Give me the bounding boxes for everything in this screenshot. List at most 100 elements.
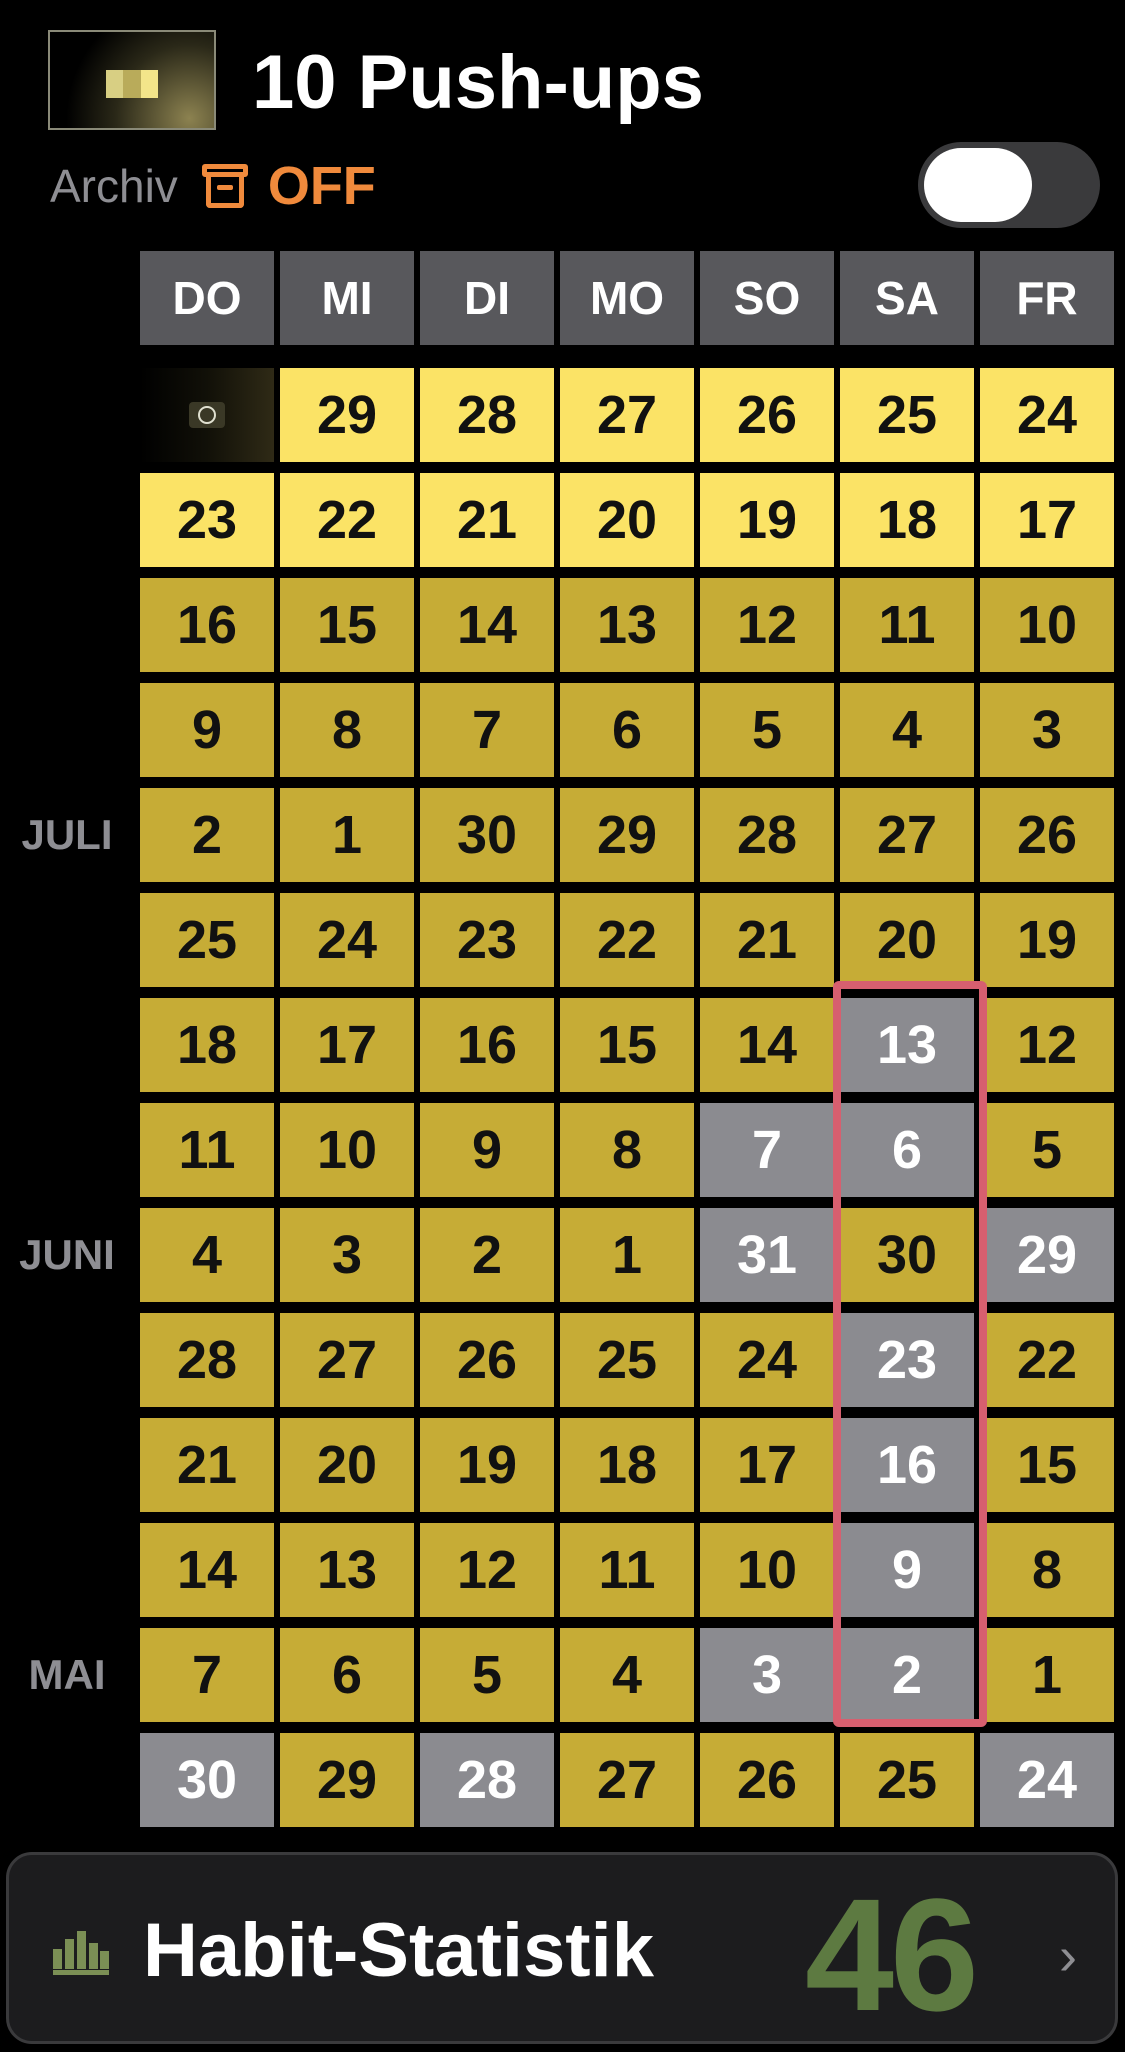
- day-cell[interactable]: 16: [140, 578, 274, 672]
- day-cell[interactable]: 10: [980, 578, 1114, 672]
- day-cell[interactable]: 28: [700, 788, 834, 882]
- day-cell[interactable]: 27: [560, 1733, 694, 1827]
- day-cell[interactable]: 11: [140, 1103, 274, 1197]
- day-cell[interactable]: 7: [700, 1103, 834, 1197]
- day-cell[interactable]: 8: [560, 1103, 694, 1197]
- day-cell[interactable]: 19: [700, 473, 834, 567]
- day-cell[interactable]: 23: [840, 1313, 974, 1407]
- day-cell[interactable]: 31: [700, 1208, 834, 1302]
- day-cell[interactable]: 9: [420, 1103, 554, 1197]
- day-cell[interactable]: 13: [840, 998, 974, 1092]
- today-cell[interactable]: [140, 368, 274, 462]
- day-cell[interactable]: 12: [700, 578, 834, 672]
- habit-color-thumbnail[interactable]: [48, 30, 216, 130]
- day-cell[interactable]: 12: [980, 998, 1114, 1092]
- day-cell[interactable]: 30: [840, 1208, 974, 1302]
- day-cell[interactable]: 26: [420, 1313, 554, 1407]
- day-cell[interactable]: 5: [700, 683, 834, 777]
- day-cell[interactable]: 8: [280, 683, 414, 777]
- day-cell[interactable]: 16: [420, 998, 554, 1092]
- day-cell[interactable]: 18: [560, 1418, 694, 1512]
- day-cell[interactable]: 20: [840, 893, 974, 987]
- day-cell[interactable]: 16: [840, 1418, 974, 1512]
- day-cell[interactable]: 4: [140, 1208, 274, 1302]
- day-cell[interactable]: 1: [560, 1208, 694, 1302]
- habit-title[interactable]: 10 Push-ups: [252, 38, 704, 128]
- day-cell[interactable]: 2: [140, 788, 274, 882]
- day-cell[interactable]: 30: [420, 788, 554, 882]
- day-cell[interactable]: 12: [420, 1523, 554, 1617]
- day-cell[interactable]: 7: [140, 1628, 274, 1722]
- archive-toggle[interactable]: [918, 142, 1100, 228]
- day-cell[interactable]: 19: [980, 893, 1114, 987]
- day-cell[interactable]: 28: [420, 368, 554, 462]
- day-cell[interactable]: 27: [840, 788, 974, 882]
- day-cell[interactable]: 10: [700, 1523, 834, 1617]
- day-cell[interactable]: 2: [840, 1628, 974, 1722]
- day-cell[interactable]: 7: [420, 683, 554, 777]
- day-cell[interactable]: 2: [420, 1208, 554, 1302]
- day-cell[interactable]: 17: [700, 1418, 834, 1512]
- day-cell[interactable]: 6: [840, 1103, 974, 1197]
- day-cell[interactable]: 15: [280, 578, 414, 672]
- day-cell[interactable]: 30: [140, 1733, 274, 1827]
- day-cell[interactable]: 18: [840, 473, 974, 567]
- day-cell[interactable]: 22: [560, 893, 694, 987]
- day-cell[interactable]: 26: [980, 788, 1114, 882]
- day-cell[interactable]: 25: [840, 1733, 974, 1827]
- day-cell[interactable]: 20: [560, 473, 694, 567]
- day-cell[interactable]: 28: [420, 1733, 554, 1827]
- day-cell[interactable]: 10: [280, 1103, 414, 1197]
- day-cell[interactable]: 3: [280, 1208, 414, 1302]
- day-cell[interactable]: 23: [420, 893, 554, 987]
- day-cell[interactable]: 11: [560, 1523, 694, 1617]
- day-cell[interactable]: 15: [560, 998, 694, 1092]
- day-cell[interactable]: 20: [280, 1418, 414, 1512]
- day-cell[interactable]: 22: [280, 473, 414, 567]
- day-cell[interactable]: 18: [140, 998, 274, 1092]
- day-cell[interactable]: 25: [840, 368, 974, 462]
- day-cell[interactable]: 17: [980, 473, 1114, 567]
- day-cell[interactable]: 19: [420, 1418, 554, 1512]
- day-cell[interactable]: 25: [140, 893, 274, 987]
- day-cell[interactable]: 29: [280, 1733, 414, 1827]
- day-cell[interactable]: 27: [560, 368, 694, 462]
- day-cell[interactable]: 29: [280, 368, 414, 462]
- day-cell[interactable]: 1: [280, 788, 414, 882]
- habit-statistics-button[interactable]: Habit-Statistik 46 ›: [6, 1852, 1118, 2044]
- day-cell[interactable]: 3: [700, 1628, 834, 1722]
- day-cell[interactable]: 5: [980, 1103, 1114, 1197]
- day-cell[interactable]: 22: [980, 1313, 1114, 1407]
- day-cell[interactable]: 21: [420, 473, 554, 567]
- day-cell[interactable]: 24: [280, 893, 414, 987]
- day-cell[interactable]: 9: [140, 683, 274, 777]
- day-cell[interactable]: 27: [280, 1313, 414, 1407]
- day-cell[interactable]: 17: [280, 998, 414, 1092]
- day-cell[interactable]: 29: [980, 1208, 1114, 1302]
- day-cell[interactable]: 6: [280, 1628, 414, 1722]
- day-cell[interactable]: 6: [560, 683, 694, 777]
- day-cell[interactable]: 1: [980, 1628, 1114, 1722]
- day-cell[interactable]: 24: [700, 1313, 834, 1407]
- day-cell[interactable]: 13: [280, 1523, 414, 1617]
- day-cell[interactable]: 24: [980, 368, 1114, 462]
- day-cell[interactable]: 4: [560, 1628, 694, 1722]
- day-cell[interactable]: 29: [560, 788, 694, 882]
- day-cell[interactable]: 25: [560, 1313, 694, 1407]
- day-cell[interactable]: 15: [980, 1418, 1114, 1512]
- day-cell[interactable]: 26: [700, 368, 834, 462]
- day-cell[interactable]: 26: [700, 1733, 834, 1827]
- day-cell[interactable]: 14: [140, 1523, 274, 1617]
- day-cell[interactable]: 24: [980, 1733, 1114, 1827]
- day-cell[interactable]: 21: [140, 1418, 274, 1512]
- day-cell[interactable]: 9: [840, 1523, 974, 1617]
- day-cell[interactable]: 4: [840, 683, 974, 777]
- day-cell[interactable]: 11: [840, 578, 974, 672]
- day-cell[interactable]: 14: [420, 578, 554, 672]
- day-cell[interactable]: 3: [980, 683, 1114, 777]
- day-cell[interactable]: 5: [420, 1628, 554, 1722]
- day-cell[interactable]: 21: [700, 893, 834, 987]
- day-cell[interactable]: 14: [700, 998, 834, 1092]
- day-cell[interactable]: 13: [560, 578, 694, 672]
- day-cell[interactable]: 23: [140, 473, 274, 567]
